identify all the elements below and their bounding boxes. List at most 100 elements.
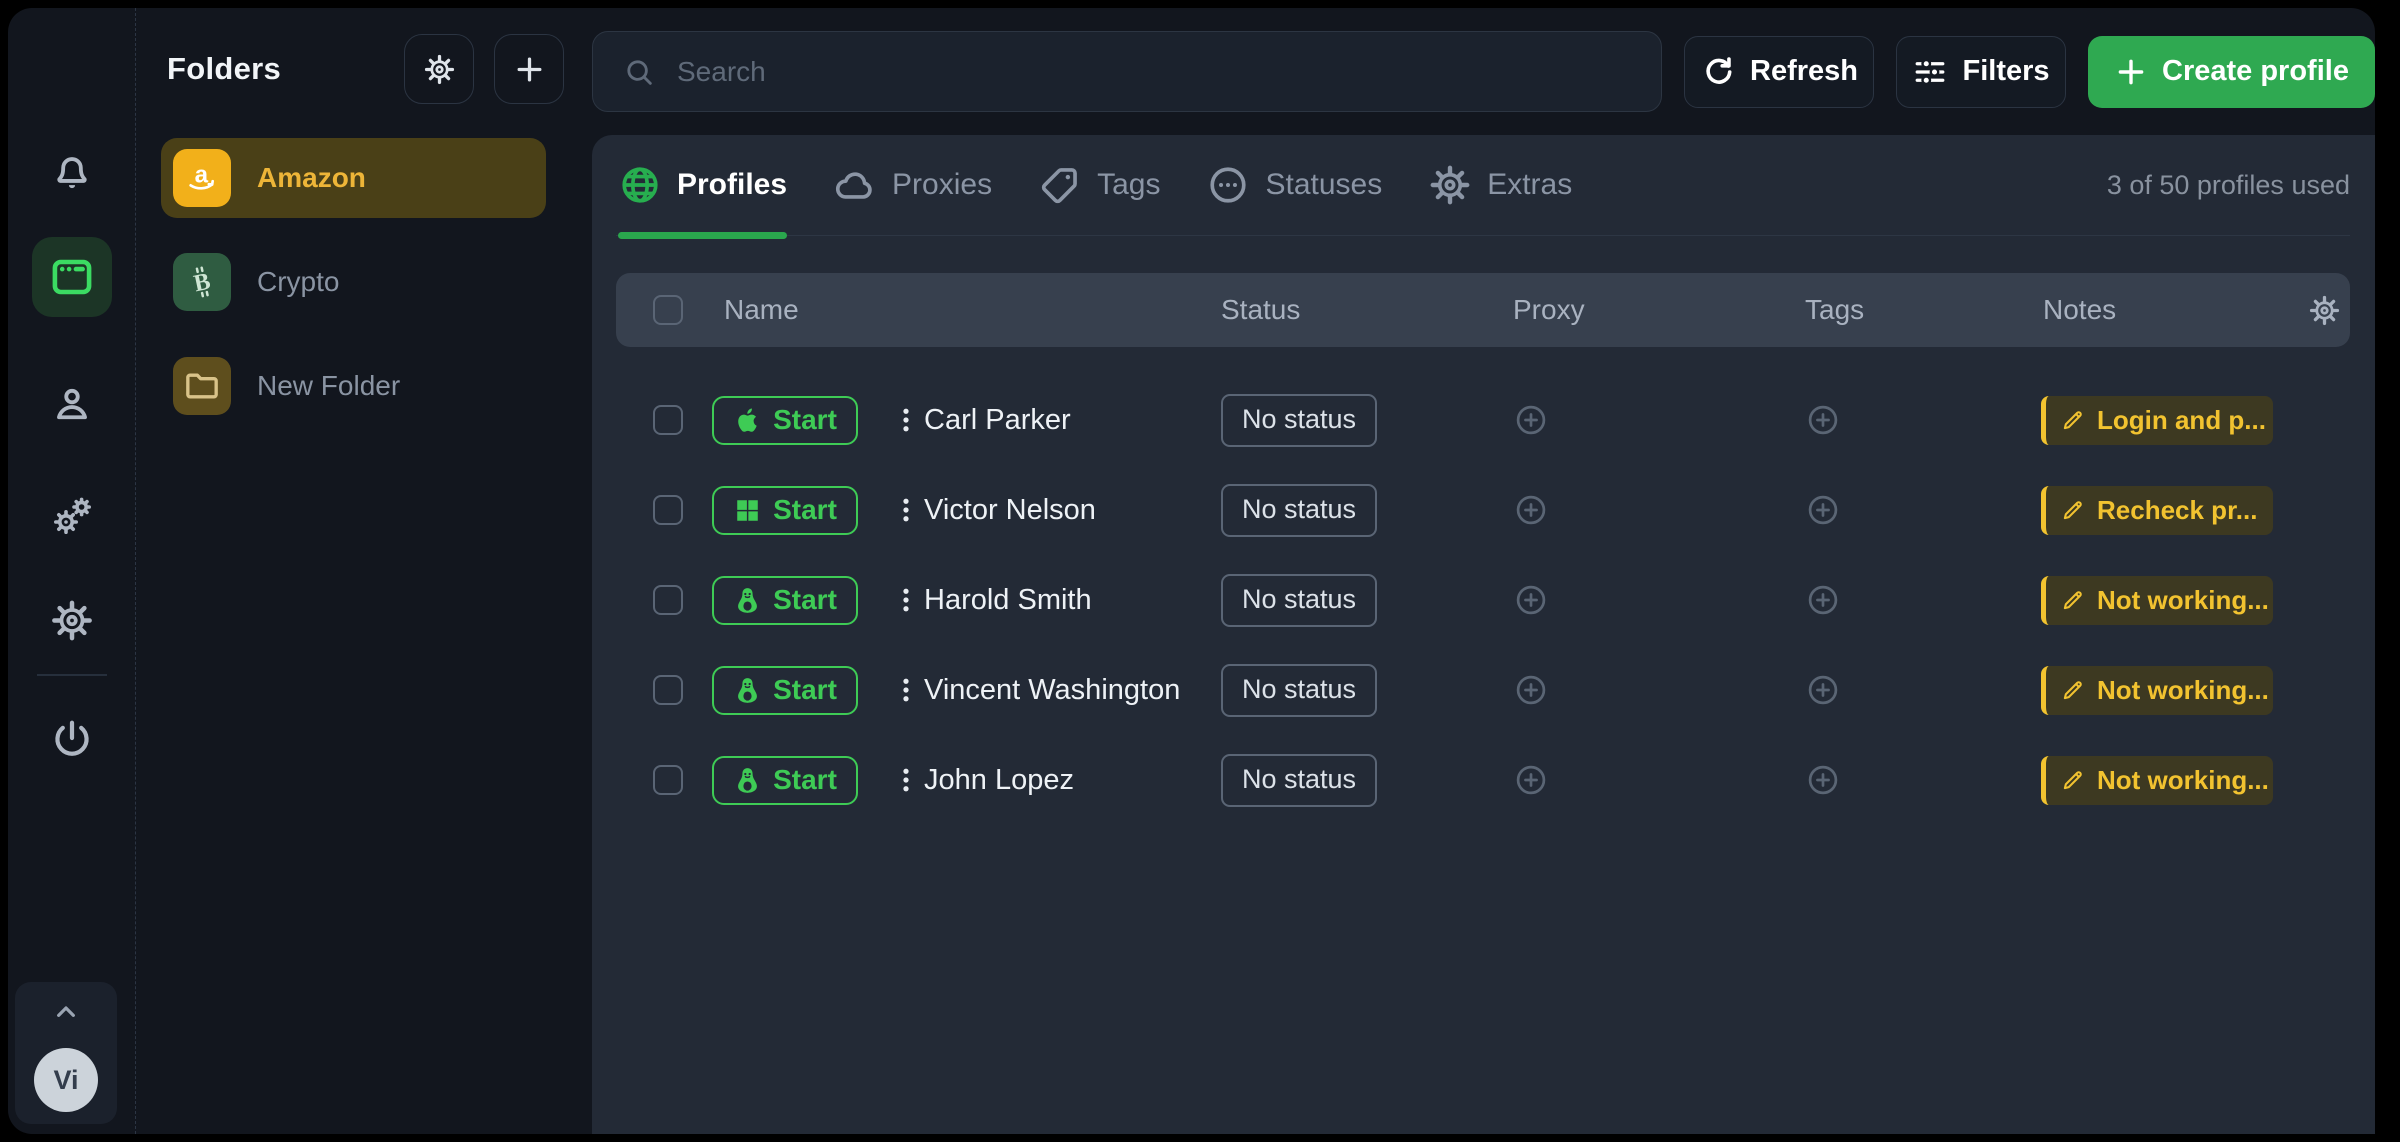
filters-icon <box>1912 54 1948 90</box>
row-menu-kebab-icon[interactable] <box>888 495 924 525</box>
pencil-icon <box>2060 407 2086 433</box>
note-badge[interactable]: Login and p... <box>2041 396 2273 445</box>
folders-settings-button[interactable] <box>404 34 474 104</box>
bitcoin-icon <box>173 253 231 311</box>
status-badge[interactable]: No status <box>1221 664 1377 717</box>
tab-profiles[interactable]: Profiles <box>618 135 787 235</box>
select-all-checkbox[interactable] <box>653 295 683 325</box>
tab-extras[interactable]: Extras <box>1428 135 1572 235</box>
table-row: Start Victor Nelson No status Recheck pr… <box>616 465 2350 555</box>
folder-icon <box>173 357 231 415</box>
start-label: Start <box>773 764 837 796</box>
folder-item-crypto[interactable]: Crypto <box>161 242 546 322</box>
sidebar-item-profiles[interactable] <box>32 237 112 317</box>
amazon-icon <box>173 149 231 207</box>
row-checkbox[interactable] <box>653 675 683 705</box>
add-tag-icon[interactable] <box>1805 402 2035 438</box>
note-badge[interactable]: Recheck pr... <box>2041 486 2273 535</box>
start-label: Start <box>773 584 837 616</box>
notifications-bell-icon[interactable] <box>49 151 95 197</box>
start-profile-button[interactable]: Start <box>712 486 858 535</box>
statuses-icon <box>1206 163 1250 207</box>
tab-tags[interactable]: Tags <box>1038 135 1160 235</box>
row-menu-kebab-icon[interactable] <box>888 675 924 705</box>
search-input[interactable] <box>592 31 1662 112</box>
add-tag-icon[interactable] <box>1805 582 2035 618</box>
start-profile-button[interactable]: Start <box>712 576 858 625</box>
settings-gear-icon <box>49 598 94 643</box>
automation-gears-icon <box>48 492 96 540</box>
add-proxy-icon[interactable] <box>1513 492 1795 528</box>
os-windows-icon <box>733 496 762 525</box>
status-badge[interactable]: No status <box>1221 484 1377 537</box>
rail-divider <box>37 674 107 676</box>
note-badge[interactable]: Not working... <box>2041 756 2273 805</box>
status-badge[interactable]: No status <box>1221 574 1377 627</box>
refresh-label: Refresh <box>1750 55 1858 88</box>
folder-label: Crypto <box>257 266 339 298</box>
add-tag-icon[interactable] <box>1805 492 2035 528</box>
status-badge[interactable]: No status <box>1221 394 1377 447</box>
pencil-icon <box>2060 677 2086 703</box>
add-proxy-icon[interactable] <box>1513 582 1795 618</box>
row-menu-kebab-icon[interactable] <box>888 585 924 615</box>
tab-label: Statuses <box>1265 168 1382 202</box>
folder-item-amazon[interactable]: Amazon <box>161 138 546 218</box>
start-profile-button[interactable]: Start <box>712 756 858 805</box>
note-text: Login and p... <box>2097 405 2266 436</box>
status-badge[interactable]: No status <box>1221 754 1377 807</box>
folders-panel: Folders Amazon Crypto New Folder <box>136 8 584 1134</box>
os-linux-icon <box>733 676 762 705</box>
start-label: Start <box>773 494 837 526</box>
start-profile-button[interactable]: Start <box>712 666 858 715</box>
avatar[interactable]: Vi <box>34 1048 98 1112</box>
plus-icon <box>513 53 546 86</box>
logout-power-icon[interactable] <box>49 716 95 762</box>
row-checkbox[interactable] <box>653 585 683 615</box>
table-settings-gear-icon[interactable] <box>2299 294 2350 327</box>
column-header-name: Name <box>712 294 1211 326</box>
start-label: Start <box>773 674 837 706</box>
row-menu-kebab-icon[interactable] <box>888 765 924 795</box>
create-profile-label: Create profile <box>2162 55 2349 88</box>
row-checkbox[interactable] <box>653 405 683 435</box>
note-badge[interactable]: Not working... <box>2041 576 2273 625</box>
add-proxy-icon[interactable] <box>1513 762 1795 798</box>
add-tag-icon[interactable] <box>1805 672 2035 708</box>
tab-statuses[interactable]: Statuses <box>1206 135 1382 235</box>
add-folder-button[interactable] <box>494 34 564 104</box>
chevron-up-icon[interactable] <box>50 996 82 1028</box>
row-checkbox[interactable] <box>653 495 683 525</box>
filters-button[interactable]: Filters <box>1896 36 2066 108</box>
sidebar-item-account[interactable] <box>49 382 95 428</box>
table-header: Name Status Proxy Tags Notes <box>616 273 2350 347</box>
create-profile-button[interactable]: Create profile <box>2088 36 2375 108</box>
search-icon <box>622 55 656 89</box>
tab-label: Tags <box>1097 168 1160 202</box>
folder-item-new-folder[interactable]: New Folder <box>161 346 546 426</box>
folders-title: Folders <box>167 51 384 87</box>
profile-name: Victor Nelson <box>924 494 1211 527</box>
add-proxy-icon[interactable] <box>1513 672 1795 708</box>
refresh-button[interactable]: Refresh <box>1684 36 1874 108</box>
row-checkbox[interactable] <box>653 765 683 795</box>
note-badge[interactable]: Not working... <box>2041 666 2273 715</box>
table-row: Start Carl Parker No status Login and p.… <box>616 375 2350 465</box>
column-header-notes: Notes <box>2035 294 2299 326</box>
user-menu: Vi <box>15 982 117 1124</box>
start-profile-button[interactable]: Start <box>712 396 858 445</box>
row-menu-kebab-icon[interactable] <box>888 405 924 435</box>
column-header-status: Status <box>1211 294 1503 326</box>
add-proxy-icon[interactable] <box>1513 402 1795 438</box>
gear-icon <box>1428 163 1472 207</box>
tab-label: Proxies <box>892 168 992 202</box>
globe-icon <box>618 163 662 207</box>
tab-label: Extras <box>1487 168 1572 202</box>
column-header-tags: Tags <box>1795 294 2035 326</box>
sidebar-item-automation[interactable] <box>48 492 96 540</box>
pencil-icon <box>2060 497 2086 523</box>
sidebar-item-settings[interactable] <box>49 598 94 643</box>
add-tag-icon[interactable] <box>1805 762 2035 798</box>
refresh-icon <box>1700 54 1736 90</box>
tab-proxies[interactable]: Proxies <box>833 135 992 235</box>
